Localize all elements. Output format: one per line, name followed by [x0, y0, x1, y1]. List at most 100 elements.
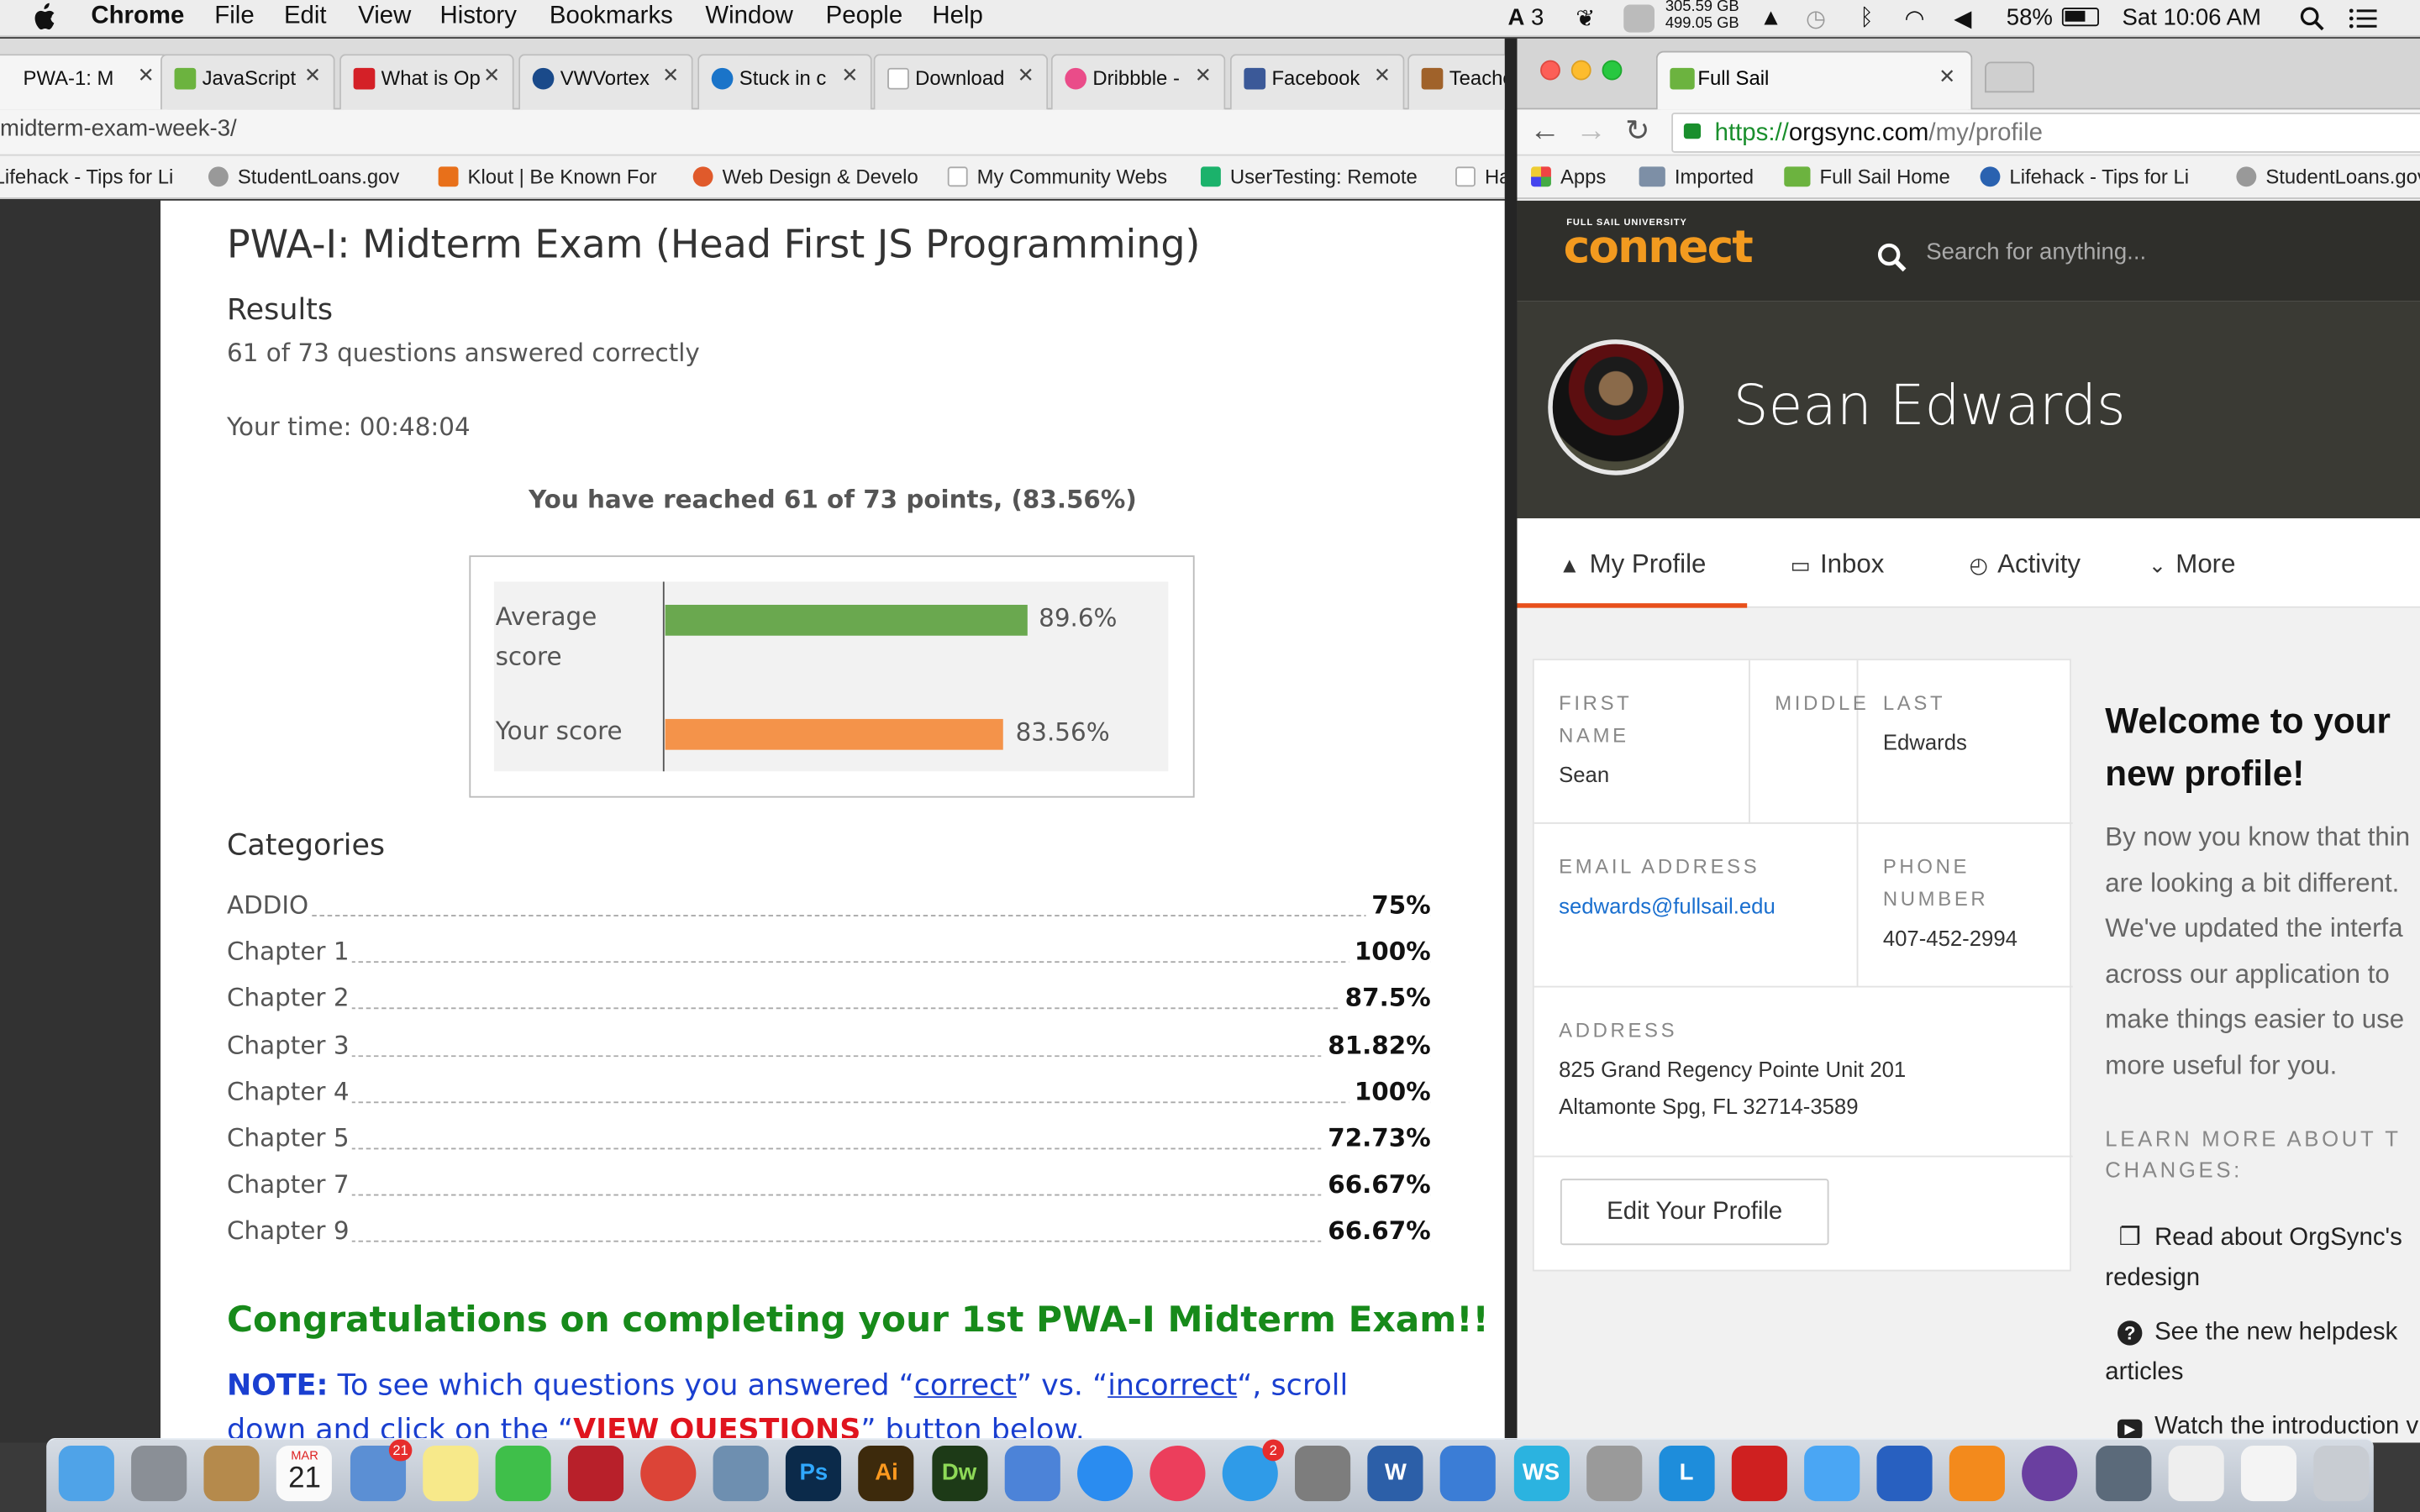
menu-file[interactable]: File [214, 3, 254, 31]
close-tab-icon[interactable]: ✕ [304, 63, 321, 87]
redesign-link[interactable]: ❐ Read about OrgSync's redesign [2105, 1219, 2402, 1299]
close-tab-icon[interactable]: ✕ [1018, 63, 1034, 87]
tab-dribbble[interactable]: Dribbble - ✕ [1050, 54, 1226, 110]
avatar[interactable] [1548, 339, 1684, 475]
bookmark-web-design[interactable]: Web Design & Develo [692, 165, 918, 188]
tab-inbox[interactable]: ▭ Inbox [1791, 549, 1885, 580]
photo-booth-icon[interactable] [567, 1446, 623, 1502]
clock[interactable]: Sat 10:06 AM [2123, 5, 2261, 31]
close-tab-icon[interactable]: ✕ [1939, 65, 1955, 89]
preview-icon[interactable]: 21 [350, 1439, 412, 1502]
bookmark-studentloans[interactable]: StudentLoans.gov [2236, 165, 2420, 188]
zoom-window-icon[interactable] [1602, 60, 1623, 81]
documents-icon[interactable] [2240, 1446, 2296, 1502]
back-arrow-icon[interactable]: ← [1529, 114, 1560, 150]
trash-icon[interactable] [2313, 1446, 2370, 1502]
left-address-bar[interactable]: midterm-exam-week-3/ [0, 109, 1505, 156]
bookmark-lifehack[interactable]: Lifehack - Tips for Li [0, 165, 173, 189]
app-store-icon[interactable]: 2 [1222, 1439, 1285, 1502]
itunes-icon[interactable] [1150, 1446, 1206, 1502]
spotlight-search-icon[interactable] [2300, 6, 2324, 31]
close-tab-icon[interactable]: ✕ [1374, 63, 1391, 87]
menu-view[interactable]: View [358, 3, 411, 31]
chrome-icon[interactable] [640, 1446, 697, 1502]
contacts-icon[interactable] [203, 1446, 260, 1502]
minimize-window-icon[interactable] [1570, 60, 1591, 81]
close-tab-icon[interactable]: ✕ [841, 63, 858, 87]
email-link[interactable]: sedwards@fullsail.edu [1559, 887, 1776, 924]
tab-full-sail[interactable]: Full Sail ✕ [1655, 50, 1973, 110]
illustrator-icon[interactable]: Ai [858, 1446, 915, 1502]
forward-arrow-icon[interactable]: → [1576, 114, 1607, 150]
bookmark-apps[interactable]: Apps [1531, 165, 1606, 188]
system-preferences-icon[interactable] [1295, 1446, 1351, 1502]
tab-javascript[interactable]: JavaScript ✕ [160, 54, 335, 110]
tab-activity[interactable]: ◴ Activity [1970, 549, 2081, 580]
menu-history[interactable]: History [439, 3, 516, 31]
messages-icon[interactable] [1804, 1446, 1860, 1502]
menu-people[interactable]: People [826, 3, 903, 31]
bookmark-lifehack[interactable]: Lifehack - Tips for Li [1980, 165, 2189, 188]
downloads-icon[interactable] [2167, 1446, 2224, 1502]
menu-help[interactable]: Help [932, 3, 982, 31]
helpdesk-link[interactable]: ? See the new helpdesk articles [2105, 1313, 2397, 1394]
keynote-icon[interactable] [1004, 1446, 1060, 1502]
disk-monitor-icon[interactable] [1623, 4, 1655, 33]
bookmark-studentloans[interactable]: StudentLoans.gov [208, 165, 399, 188]
edit-profile-button[interactable]: Edit Your Profile [1560, 1179, 1829, 1246]
google-drive-icon[interactable]: ▲ [1760, 5, 1782, 31]
close-tab-icon[interactable]: ✕ [483, 63, 500, 87]
bookmark-usertesting[interactable]: UserTesting: Remote [1200, 165, 1418, 188]
bookmark-ha[interactable]: Ha [1455, 165, 1510, 188]
new-tab-button[interactable] [1985, 61, 2034, 93]
bookmark-imported[interactable]: Imported [1639, 165, 1754, 188]
adobe-icon[interactable]: Α [1507, 5, 1524, 31]
dreamweaver-icon[interactable]: Dw [931, 1446, 987, 1502]
tab-stuck-in[interactable]: Stuck in c ✕ [697, 54, 872, 110]
bookmark-klout[interactable]: Klout | Be Known For [438, 165, 657, 188]
finder-icon[interactable] [58, 1446, 114, 1502]
bookmark-full-sail-home[interactable]: Full Sail Home [1784, 165, 1950, 188]
menu-app-name[interactable]: Chrome [91, 3, 184, 31]
lync-icon[interactable]: L [1659, 1446, 1715, 1502]
battery-icon[interactable] [2061, 8, 2099, 27]
menu-bookmarks[interactable]: Bookmarks [550, 3, 673, 31]
facetime-icon[interactable] [495, 1446, 551, 1502]
close-tab-icon[interactable]: ✕ [662, 63, 679, 87]
tab-vwvortex[interactable]: VWVortex ✕ [518, 54, 693, 110]
wunderlist-icon[interactable] [1440, 1446, 1497, 1502]
time-machine-icon[interactable]: ◷ [1806, 5, 1826, 32]
reload-icon[interactable]: ↻ [1625, 114, 1649, 150]
tab-what-is[interactable]: What is Op ✕ [339, 54, 514, 110]
tab-facebook[interactable]: Facebook ✕ [1229, 54, 1405, 110]
iphoto-icon[interactable] [713, 1446, 769, 1502]
notification-center-icon[interactable] [2349, 8, 2377, 29]
automator-icon[interactable] [2095, 1446, 2151, 1502]
tab-my-profile[interactable]: ▲ My Profile [1559, 549, 1706, 580]
github-icon[interactable] [2022, 1446, 2078, 1502]
webstorm-icon[interactable]: WS [1512, 1446, 1570, 1502]
apple-icon[interactable] [31, 3, 55, 31]
bluetooth-icon[interactable]: ᛒ [1860, 5, 1874, 31]
tab-download[interactable]: Download ✕ [873, 54, 1049, 110]
acrobat-icon[interactable] [1731, 1446, 1787, 1502]
wifi-icon[interactable]: ◠ [1905, 5, 1925, 32]
connect-logo[interactable]: connect [1564, 223, 1754, 270]
close-window-icon[interactable] [1540, 60, 1560, 81]
search-input[interactable]: Search for anything... [1926, 239, 2404, 265]
word-icon[interactable]: W [1367, 1446, 1423, 1502]
url-field[interactable]: https://orgsync.com/my/profile [1671, 113, 2420, 153]
note-correct-link[interactable]: correct [914, 1368, 1017, 1402]
safari-icon[interactable] [1076, 1446, 1133, 1502]
menu-edit[interactable]: Edit [284, 3, 327, 31]
photoshop-icon[interactable]: Ps [786, 1446, 842, 1502]
menu-window[interactable]: Window [705, 3, 793, 31]
launchpad-icon[interactable] [131, 1446, 187, 1502]
calculator-icon[interactable] [1586, 1446, 1642, 1502]
apple-configurator-icon[interactable] [1876, 1446, 1933, 1502]
evernote-icon[interactable]: ❦ [1576, 5, 1595, 32]
note-incorrect-link[interactable]: incorrect [1107, 1368, 1237, 1402]
close-tab-icon[interactable]: ✕ [1195, 63, 1212, 87]
tab-pwa-midterm[interactable]: PWA-1: M ✕ [0, 54, 169, 110]
tab-more[interactable]: ⌄ More [2149, 549, 2236, 580]
